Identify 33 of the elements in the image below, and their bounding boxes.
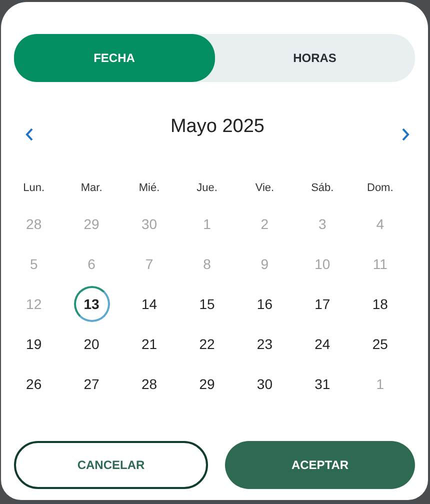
calendar-day[interactable]: 31 (304, 366, 340, 402)
calendar-day[interactable]: 29 (188, 366, 225, 402)
calendar-day[interactable]: 16 (246, 286, 283, 322)
weekday-label: Vie. (254, 181, 276, 196)
weekday-label: Mié. (138, 181, 161, 196)
month-title: Mayo 2025 (170, 116, 264, 138)
calendar-day[interactable]: 22 (188, 326, 225, 362)
calendar-day[interactable]: 26 (16, 366, 52, 402)
calendar-day[interactable]: 23 (246, 326, 283, 362)
accept-button[interactable]: ACEPTAR (225, 441, 415, 489)
calendar-day[interactable]: 30 (246, 366, 283, 402)
calendar-day[interactable]: 21 (131, 326, 168, 362)
tab[interactable]: FECHA (14, 34, 214, 82)
chevron-left-icon (25, 128, 33, 140)
calendar-day[interactable]: 19 (16, 326, 52, 362)
cancel-button[interactable]: CANCELAR (14, 441, 208, 489)
calendar-day[interactable]: 15 (188, 286, 225, 322)
calendar-day[interactable]: 28 (131, 366, 168, 402)
weekday-label: Mar. (80, 181, 104, 196)
weekday-label: Dom. (366, 181, 394, 196)
calendar-day[interactable]: 27 (74, 366, 110, 402)
calendar-day[interactable]: 20 (74, 326, 110, 362)
calendar-day[interactable]: 18 (362, 286, 398, 322)
calendar-day[interactable]: 13 (74, 286, 110, 322)
calendar-day[interactable]: 25 (362, 326, 398, 362)
calendar-day[interactable]: 17 (304, 286, 340, 322)
weekday-label: Sáb. (310, 181, 335, 196)
calendar-day[interactable]: 14 (131, 286, 168, 322)
calendar-day[interactable]: 24 (304, 326, 340, 362)
weekday-label: Jue. (196, 181, 218, 196)
tab[interactable]: HORAS (214, 34, 415, 82)
chevron-right-icon (402, 128, 410, 140)
weekday-label: Lun. (22, 181, 46, 196)
